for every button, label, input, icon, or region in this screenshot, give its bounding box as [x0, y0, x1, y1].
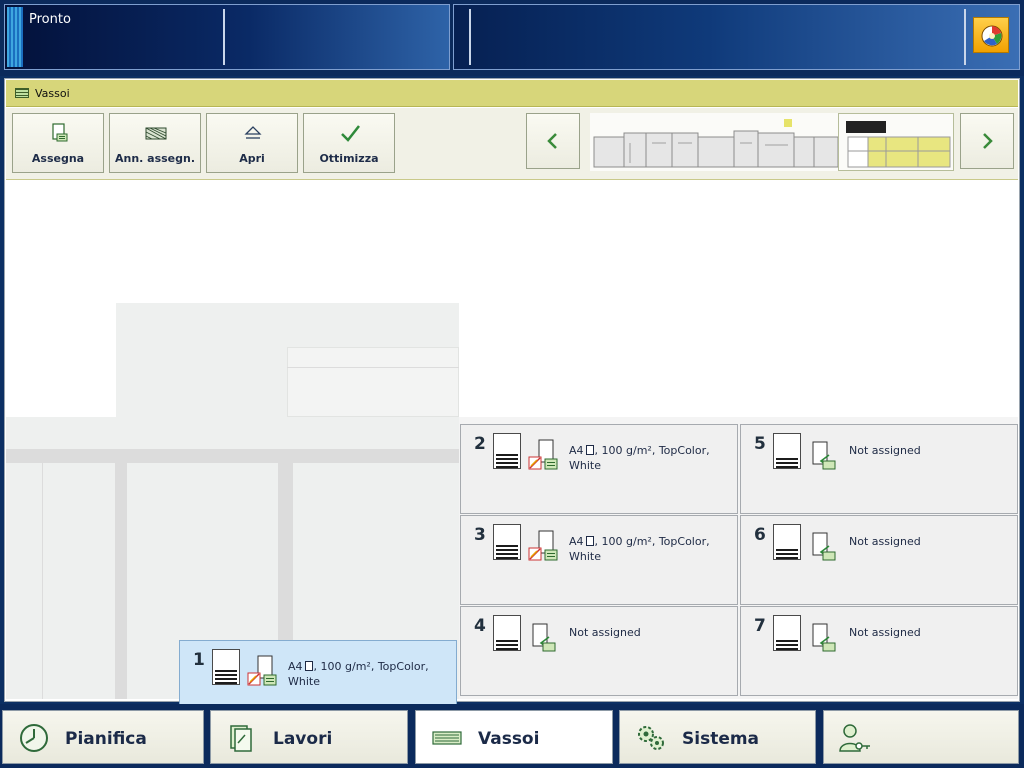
unassign-label: Ann. assegn. — [114, 152, 196, 165]
diagram-line — [42, 449, 43, 699]
tray-media-description: Not assigned — [849, 535, 921, 548]
tray-4[interactable]: 4 Not assigned — [460, 606, 738, 696]
tray-media-description: A4, 100 g/m², TopColor, White — [569, 534, 729, 564]
status-bar: Pronto — [0, 0, 1024, 76]
tray-media-description: A4, 100 g/m², TopColor, White — [288, 659, 448, 689]
gears-icon — [638, 726, 664, 750]
toolbar: Assegna Ann. assegn. Apri Ottimizza — [6, 108, 1018, 180]
tray-number: 3 — [474, 525, 486, 545]
tray-7[interactable]: 7 Not assigned — [740, 606, 1018, 696]
unassign-button[interactable]: Ann. assegn. — [109, 113, 201, 173]
panel-title-bar: Vassoi — [6, 80, 1018, 107]
tray-5[interactable]: 5 Not assigned — [740, 424, 1018, 514]
printer-overview[interactable] — [590, 113, 954, 171]
tab-label: Sistema — [682, 729, 760, 749]
status-divider — [469, 9, 471, 65]
tab-pianifica[interactable]: Pianifica — [2, 710, 204, 764]
chevron-left-icon — [547, 133, 557, 149]
diagram-line — [115, 463, 127, 699]
open-button[interactable]: Apri — [206, 113, 298, 173]
diagram-line — [287, 367, 459, 368]
clock-icon — [20, 724, 48, 752]
media-unassigned-icon — [812, 623, 836, 652]
media-unassigned-icon — [812, 441, 836, 470]
tray-media-description: A4, 100 g/m², TopColor, White — [569, 443, 729, 473]
tray-3[interactable]: 3 A4, 100 g/m², TopColor, White — [460, 515, 738, 605]
tray-number: 4 — [474, 616, 486, 636]
paper-stack-icon — [773, 524, 801, 560]
status-text: Pronto — [29, 12, 71, 27]
paper-stack-icon — [773, 615, 801, 651]
alert-button[interactable] — [973, 17, 1009, 53]
tab-label: Vassoi — [478, 729, 540, 749]
page-orientation-icon — [585, 536, 594, 546]
tray-2[interactable]: 2 A4, 100 g/m², TopColor, White — [460, 424, 738, 514]
diagram-line — [6, 449, 459, 463]
paper-stack-icon — [773, 433, 801, 469]
tray-media-description: Not assigned — [569, 626, 641, 639]
tray-number: 2 — [474, 434, 486, 454]
chevron-right-icon — [983, 133, 993, 149]
media-assigned-icon — [528, 530, 558, 561]
media-unassigned-icon — [812, 532, 836, 561]
status-pane-left: Pronto — [4, 4, 450, 70]
trays-icon — [432, 731, 462, 745]
assign-icon — [52, 123, 68, 142]
tray-number: 6 — [754, 525, 766, 545]
media-assigned-icon — [247, 655, 277, 686]
media-size: A4 — [288, 660, 303, 673]
status-divider — [223, 9, 225, 65]
tray-media-description: Not assigned — [849, 444, 921, 457]
unassign-icon — [145, 127, 167, 140]
tab-vassoi[interactable]: Vassoi — [415, 710, 613, 764]
tray-number: 5 — [754, 434, 766, 454]
scroll-right-button[interactable] — [960, 113, 1014, 169]
trays-panel: Vassoi Assegna Ann. assegn. Apri Ottimiz… — [4, 78, 1020, 730]
assign-label: Assegna — [31, 152, 85, 165]
jobs-icon — [230, 725, 252, 752]
user-key-icon — [839, 724, 870, 752]
paper-stack-icon — [493, 524, 521, 560]
media-size: A4 — [569, 444, 584, 457]
tray-number: 7 — [754, 616, 766, 636]
media-assigned-icon — [528, 439, 558, 470]
tray-diagram: 1 A4, 100 g/m², TopColor, White 2 A4 , 1… — [6, 181, 1018, 730]
open-label: Apri — [239, 152, 265, 165]
tab-user-login[interactable] — [823, 710, 1019, 764]
tray-number: 1 — [193, 650, 205, 670]
color-wheel-icon — [981, 25, 1003, 47]
checkmark-icon — [341, 125, 360, 142]
paper-stack-icon — [212, 649, 240, 685]
printer-selection-frame — [838, 113, 954, 171]
optimize-label: Ottimizza — [319, 152, 379, 165]
tab-label: Lavori — [273, 729, 333, 749]
status-pane-right — [453, 4, 1020, 70]
tab-label: Pianifica — [65, 729, 147, 749]
assign-button[interactable]: Assegna — [12, 113, 104, 173]
tab-lavori[interactable]: Lavori — [210, 710, 408, 764]
page-orientation-icon — [585, 445, 594, 455]
status-indicator — [7, 7, 23, 67]
media-unassigned-icon — [532, 623, 556, 652]
trays-icon — [15, 88, 29, 98]
eject-icon — [244, 126, 262, 139]
diagram-block — [287, 347, 459, 417]
tab-sistema[interactable]: Sistema — [619, 710, 816, 764]
bottom-navigation: Pianifica Lavori Vassoi Sistema — [0, 704, 1024, 768]
status-divider — [964, 9, 966, 65]
panel-title: Vassoi — [35, 87, 70, 100]
optimize-button[interactable]: Ottimizza — [303, 113, 395, 173]
paper-stack-icon — [493, 615, 521, 651]
page-orientation-icon — [304, 661, 313, 671]
tray-6[interactable]: 6 Not assigned — [740, 515, 1018, 605]
paper-stack-icon — [493, 433, 521, 469]
media-size: A4 — [569, 535, 584, 548]
tray-media-description: Not assigned — [849, 626, 921, 639]
scroll-left-button[interactable] — [526, 113, 580, 169]
